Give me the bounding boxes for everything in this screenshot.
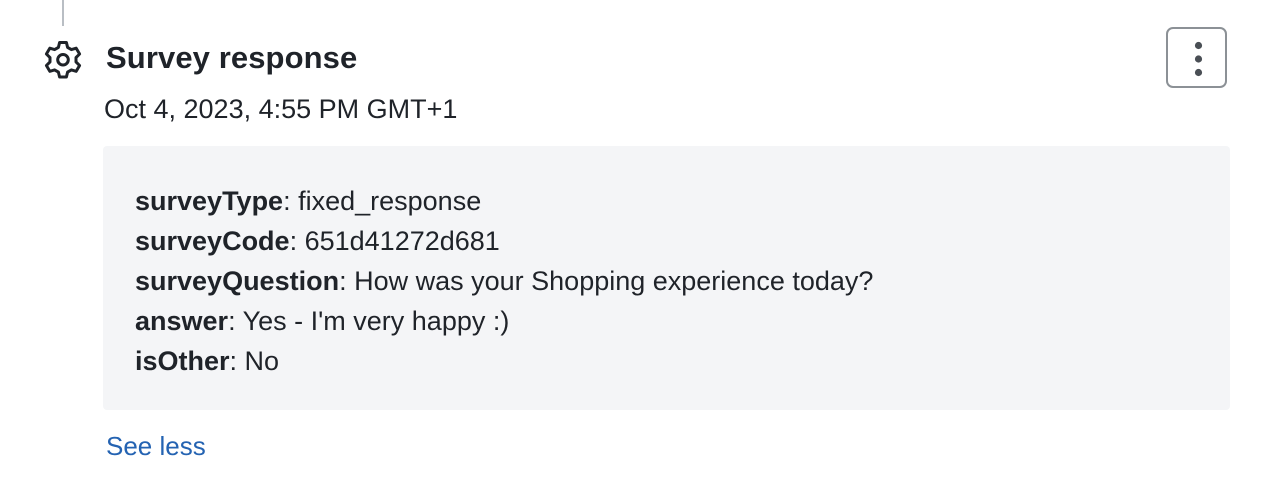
- survey-details-list: surveyType: fixed_response surveyCode: 6…: [135, 181, 873, 381]
- detail-key: answer: [135, 306, 229, 336]
- detail-separator: :: [339, 266, 347, 296]
- gear-icon: [41, 37, 85, 81]
- detail-separator: :: [289, 226, 298, 256]
- detail-separator: :: [229, 346, 238, 376]
- timeline-connector: [62, 0, 64, 26]
- detail-key: surveyQuestion: [135, 266, 340, 296]
- detail-key: surveyType: [135, 186, 284, 216]
- detail-key: surveyCode: [135, 226, 290, 256]
- detail-key: isOther: [135, 346, 230, 376]
- detail-value: How was your Shopping experience today?: [346, 266, 874, 296]
- detail-row-survey-question: surveyQuestion: How was your Shopping ex…: [135, 261, 873, 301]
- detail-value: fixed_response: [290, 186, 482, 216]
- detail-row-survey-type: surveyType: fixed_response: [135, 181, 873, 221]
- survey-details-panel: surveyType: fixed_response surveyCode: 6…: [103, 146, 1230, 410]
- see-less-link[interactable]: See less: [106, 431, 206, 462]
- vertical-ellipsis-icon: [1194, 41, 1203, 77]
- event-timestamp: Oct 4, 2023, 4:55 PM GMT+1: [104, 94, 458, 124]
- detail-row-survey-code: surveyCode: 651d41272d681: [135, 221, 873, 261]
- detail-row-is-other: isOther: No: [135, 341, 873, 381]
- detail-value: No: [237, 346, 280, 376]
- detail-value: Yes - I'm very happy :): [235, 306, 510, 336]
- detail-row-answer: answer: Yes - I'm very happy :): [135, 301, 873, 341]
- more-actions-button[interactable]: [1166, 27, 1227, 88]
- detail-value: 651d41272d681: [297, 226, 500, 256]
- detail-separator: :: [228, 306, 236, 336]
- event-title: Survey response: [106, 40, 358, 75]
- detail-separator: :: [283, 186, 291, 216]
